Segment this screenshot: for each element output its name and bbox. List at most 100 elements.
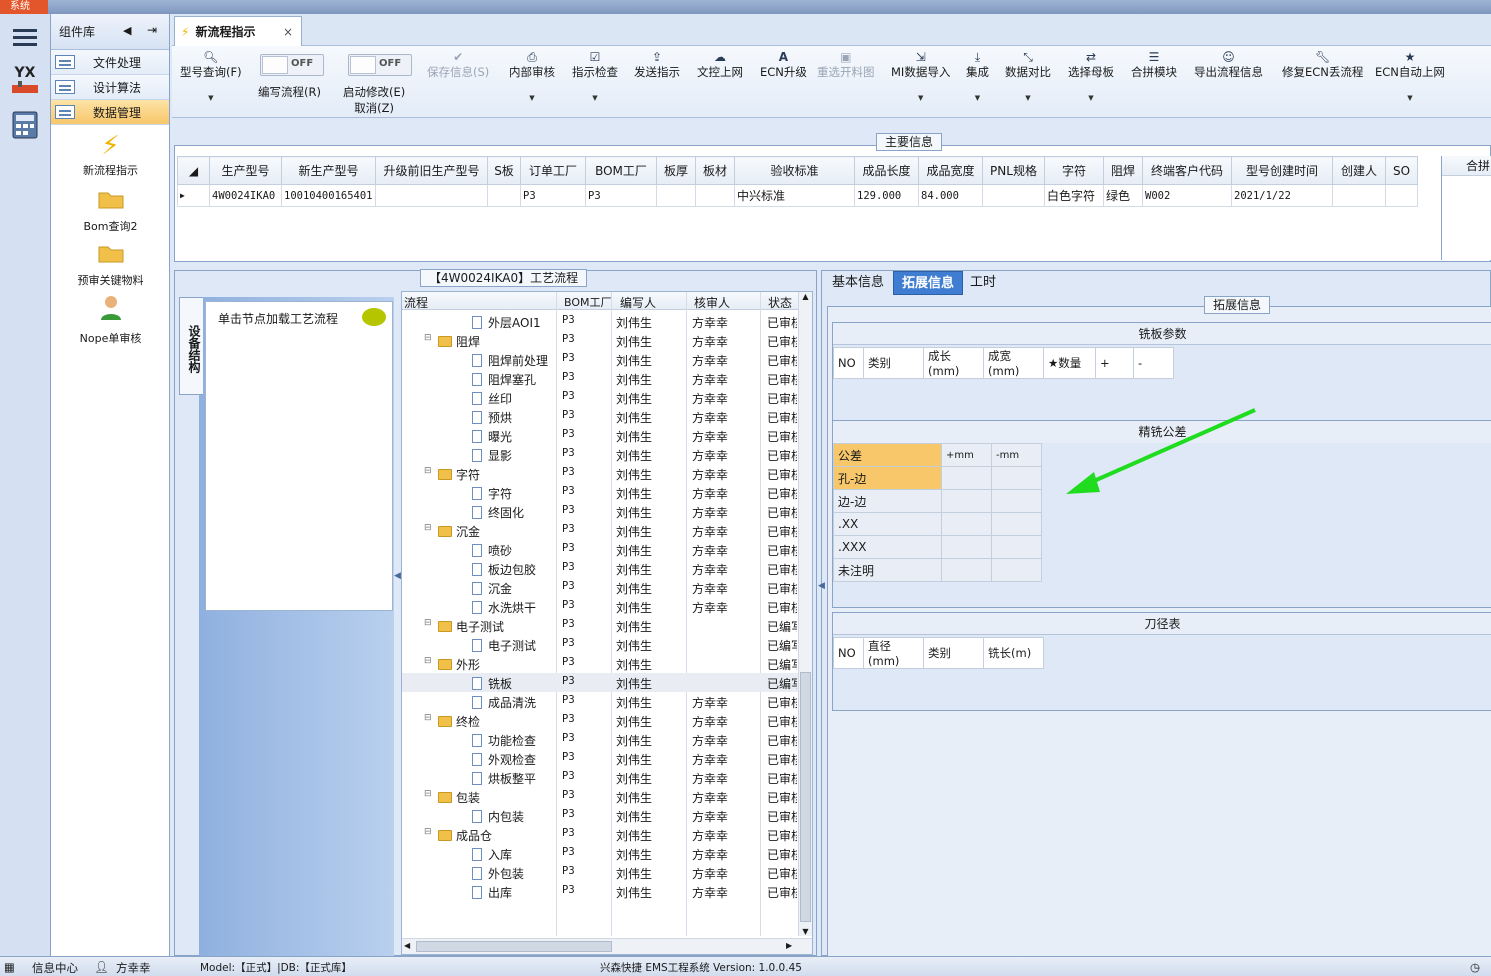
- tree-row[interactable]: 曝光 P3 刘伟生 方幸幸 已审核: [402, 426, 798, 445]
- tree-row[interactable]: 阻焊前处理 P3 刘伟生 方幸幸 已审核: [402, 350, 798, 369]
- col-header[interactable]: ★数量: [1043, 347, 1096, 379]
- col-header[interactable]: 成长(mm): [923, 347, 984, 379]
- col-header[interactable]: 状态: [768, 294, 792, 311]
- table-cell[interactable]: [991, 558, 1042, 582]
- fix-ecn-button[interactable]: 🔧︎ 修复ECN丢流程: [1282, 50, 1363, 80]
- tree-row[interactable]: ⊟ 沉金 P3 刘伟生 方幸幸 已审核: [402, 521, 798, 540]
- tree-node[interactable]: 曝光: [472, 428, 512, 445]
- tree-node[interactable]: 外观检查: [472, 751, 536, 768]
- tree-row[interactable]: ⊟ 终检 P3 刘伟生 方幸幸 已审核: [402, 711, 798, 730]
- clock-icon[interactable]: ◷: [1470, 960, 1480, 974]
- table-row[interactable]: 孔-边: [833, 466, 1042, 490]
- table-row[interactable]: 未注明: [833, 558, 1042, 582]
- tree-node[interactable]: 字符: [472, 485, 512, 502]
- table-cell[interactable]: [941, 512, 992, 536]
- tree-node[interactable]: 内包装: [472, 808, 524, 825]
- tree-row[interactable]: 外层AOI1 P3 刘伟生 方幸幸 已审核: [402, 312, 798, 331]
- col-header[interactable]: 成宽(mm): [983, 347, 1044, 379]
- collapse-icon[interactable]: ⊟: [424, 789, 432, 799]
- tree-node[interactable]: 水洗烘干: [472, 599, 536, 616]
- col-header[interactable]: NO: [833, 347, 864, 379]
- tree-node[interactable]: 板边包胶: [472, 561, 536, 578]
- tree-node[interactable]: 铣板: [472, 675, 512, 692]
- tree-node[interactable]: 出库: [472, 884, 512, 901]
- tree-row[interactable]: 成品清洗 P3 刘伟生 方幸幸 已审核: [402, 692, 798, 711]
- col-header[interactable]: 流程: [404, 294, 428, 311]
- tree-node[interactable]: 阻焊前处理: [472, 352, 548, 369]
- mi-import-button[interactable]: ⇲ MI数据导入 ▼: [891, 50, 950, 102]
- col-header[interactable]: 编写人: [620, 294, 656, 311]
- table-cell[interactable]: [695, 184, 735, 207]
- table-cell[interactable]: 中兴标准: [734, 184, 855, 207]
- table-cell[interactable]: [982, 184, 1045, 207]
- col-header[interactable]: 成品宽度: [918, 156, 983, 185]
- doc-control-online-button[interactable]: ☁ 文控上网: [697, 50, 743, 80]
- tree-row[interactable]: 沉金 P3 刘伟生 方幸幸 已审核: [402, 578, 798, 597]
- col-header[interactable]: 订单工厂: [520, 156, 586, 185]
- tree-node[interactable]: 沉金: [438, 523, 480, 540]
- tree-row[interactable]: 丝印 P3 刘伟生 方幸幸 已审核: [402, 388, 798, 407]
- collapse-left-icon[interactable]: ◀: [123, 24, 131, 37]
- tree-row[interactable]: 内包装 P3 刘伟生 方幸幸 已审核: [402, 806, 798, 825]
- save-info-button[interactable]: ✔ 保存信息(S): [427, 50, 489, 80]
- table-cell[interactable]: 84.000: [918, 184, 983, 207]
- table-cell[interactable]: [941, 466, 992, 490]
- col-header[interactable]: 生产型号: [209, 156, 282, 185]
- tree-node[interactable]: 烘板整平: [472, 770, 536, 787]
- select-mother-board-button[interactable]: ⇄ 选择母板 ▼: [1068, 50, 1114, 102]
- col-header[interactable]: 板厚: [656, 156, 696, 185]
- comp-item-data[interactable]: 数据管理: [51, 100, 169, 125]
- tree-node[interactable]: 喷砂: [472, 542, 512, 559]
- col-header[interactable]: 创建人: [1332, 156, 1386, 185]
- send-instruction-button[interactable]: ⇪ 发送指示: [634, 50, 680, 80]
- table-cell[interactable]: [1332, 184, 1386, 207]
- table-cell[interactable]: [941, 558, 992, 582]
- col-header[interactable]: 阻焊: [1103, 156, 1143, 185]
- tree-node[interactable]: 显影: [472, 447, 512, 464]
- table-cell[interactable]: 白色字符: [1044, 184, 1104, 207]
- tree-row[interactable]: 入库 P3 刘伟生 方幸幸 已审核: [402, 844, 798, 863]
- table-row[interactable]: 边-边: [833, 489, 1042, 513]
- reselect-cutting-button[interactable]: ▣ 重选开料图: [817, 50, 875, 80]
- table-row[interactable]: .XXX: [833, 535, 1042, 559]
- col-header[interactable]: 验收标准: [734, 156, 855, 185]
- tool-bom-query[interactable]: Bom查询2: [51, 186, 170, 234]
- tree-node[interactable]: 字符: [438, 466, 480, 483]
- col-header[interactable]: NO: [833, 637, 864, 669]
- tree-node[interactable]: 成品清洗: [472, 694, 536, 711]
- tree-row[interactable]: 电子测试 P3 刘伟生 已编写: [402, 635, 798, 654]
- col-header[interactable]: 成品长度: [854, 156, 919, 185]
- table-cell[interactable]: [375, 184, 488, 207]
- col-header[interactable]: 升级前旧生产型号: [375, 156, 488, 185]
- tree-node[interactable]: 预烘: [472, 409, 512, 426]
- tree-row[interactable]: 外观检查 P3 刘伟生 方幸幸 已审核: [402, 749, 798, 768]
- collapse-icon[interactable]: ⊟: [424, 713, 432, 723]
- tree-row[interactable]: 喷砂 P3 刘伟生 方幸幸 已审核: [402, 540, 798, 559]
- tree-vertical-scrollbar[interactable]: ▲ ▼: [798, 292, 812, 936]
- tool-nope-review[interactable]: Nope单审核: [51, 294, 170, 346]
- write-flow-toggle[interactable]: OFF: [260, 54, 324, 76]
- tree-node[interactable]: 电子测试: [472, 637, 536, 654]
- remove-row-button[interactable]: -: [1133, 347, 1174, 379]
- pin-icon[interactable]: ⇥: [147, 23, 157, 37]
- table-cell[interactable]: [991, 535, 1042, 559]
- grid-icon[interactable]: ▦: [4, 960, 15, 974]
- col-header[interactable]: 型号创建时间: [1231, 156, 1333, 185]
- table-cell[interactable]: 129.000: [854, 184, 919, 207]
- collapse-icon[interactable]: ⊟: [424, 523, 432, 533]
- col-header[interactable]: 新生产型号: [281, 156, 376, 185]
- table-cell[interactable]: [941, 535, 992, 559]
- collapse-icon[interactable]: ⊟: [424, 466, 432, 476]
- col-header[interactable]: 类别: [923, 637, 984, 669]
- tab-work-hours[interactable]: 工时: [962, 271, 1004, 295]
- tree-node[interactable]: 终固化: [472, 504, 524, 521]
- collapse-icon[interactable]: ⊟: [424, 618, 432, 628]
- app-logo-icon[interactable]: YX: [6, 62, 44, 96]
- tree-row[interactable]: ⊟ 阻焊 P3 刘伟生 方幸幸 已审核: [402, 331, 798, 350]
- tree-node[interactable]: 外包装: [472, 865, 524, 882]
- table-cell[interactable]: [991, 489, 1042, 513]
- tree-row[interactable]: ⊟ 电子测试 P3 刘伟生 已编写: [402, 616, 798, 635]
- tree-node[interactable]: 终检: [438, 713, 480, 730]
- table-cell[interactable]: [991, 512, 1042, 536]
- integrate-button[interactable]: ⤓ 集成 ▼: [966, 50, 989, 102]
